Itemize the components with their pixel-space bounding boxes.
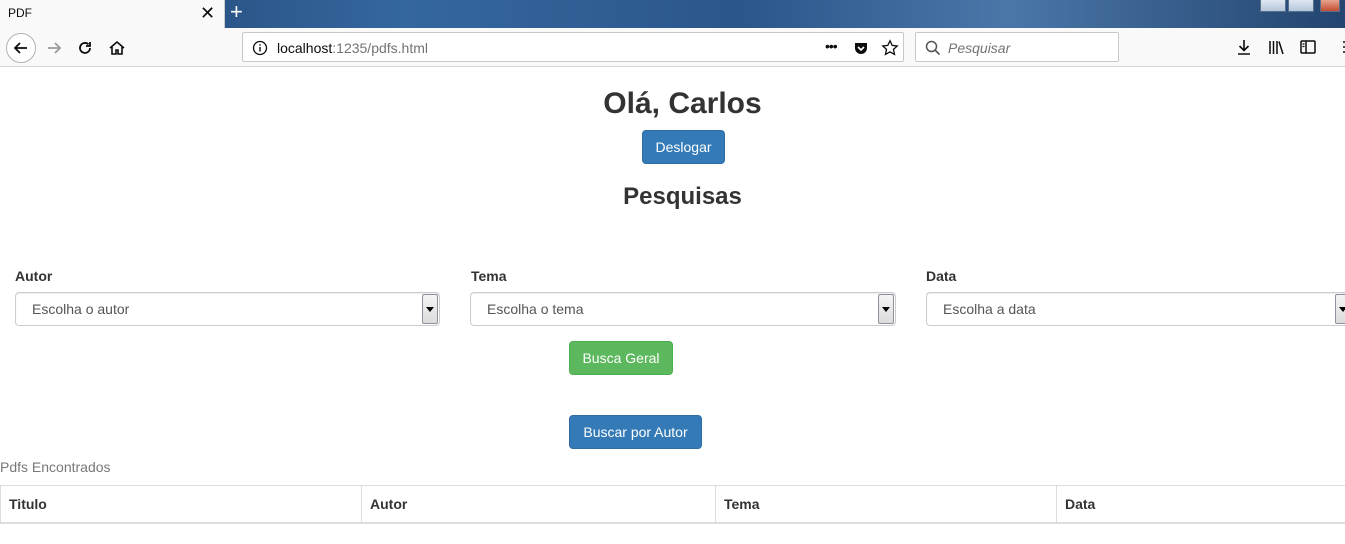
navigation-bar: localhost:1235/pdfs.html ••• Pesquisar bbox=[0, 28, 1345, 67]
info-icon[interactable] bbox=[252, 40, 268, 56]
theme-label: Tema bbox=[471, 268, 507, 284]
forward-button[interactable] bbox=[39, 33, 69, 63]
home-icon bbox=[109, 40, 125, 55]
tab-close-icon[interactable]: ✕ bbox=[200, 3, 215, 23]
search-by-author-button[interactable]: Buscar por Autor bbox=[569, 415, 702, 449]
minimize-icon[interactable] bbox=[1260, 0, 1286, 12]
back-button[interactable] bbox=[6, 33, 36, 63]
forward-arrow-icon bbox=[48, 42, 62, 54]
address-bar[interactable]: localhost:1235/pdfs.html ••• bbox=[242, 32, 904, 62]
date-select-value: Escolha a data bbox=[943, 301, 1036, 317]
search-bar[interactable]: Pesquisar bbox=[915, 32, 1119, 62]
url-host: localhost bbox=[277, 40, 333, 56]
column-header-theme: Tema bbox=[715, 486, 1056, 523]
greeting-heading: Olá, Carlos bbox=[603, 87, 762, 120]
home-button[interactable] bbox=[102, 33, 132, 63]
menu-icon[interactable] bbox=[1332, 37, 1345, 57]
theme-select[interactable]: Escolha o tema bbox=[470, 292, 896, 326]
chevron-down-icon bbox=[878, 294, 894, 324]
chevron-down-icon bbox=[422, 294, 438, 324]
page-actions-icon[interactable]: ••• bbox=[825, 38, 838, 54]
chevron-down-icon bbox=[1335, 294, 1345, 324]
results-table: Titulo Autor Tema Data bbox=[0, 485, 1345, 524]
section-title: Pesquisas bbox=[623, 183, 742, 210]
sidebar-icon[interactable] bbox=[1298, 37, 1318, 57]
new-tab-icon[interactable]: + bbox=[230, 0, 243, 24]
pocket-icon[interactable] bbox=[853, 40, 869, 56]
author-select[interactable]: Escolha o autor bbox=[15, 292, 440, 326]
tab-bar: PDF ✕ + bbox=[0, 0, 1345, 28]
downloads-icon[interactable] bbox=[1234, 37, 1254, 57]
column-header-title: Titulo bbox=[0, 486, 361, 523]
url-path: :1235/pdfs.html bbox=[332, 40, 428, 56]
author-label: Autor bbox=[15, 268, 53, 284]
tab-pdf[interactable]: PDF ✕ bbox=[0, 0, 225, 28]
search-placeholder: Pesquisar bbox=[948, 40, 1011, 56]
tab-title: PDF bbox=[8, 6, 32, 20]
library-icon[interactable] bbox=[1266, 37, 1286, 57]
url-text[interactable]: localhost:1235/pdfs.html bbox=[277, 40, 428, 56]
reload-button[interactable] bbox=[70, 33, 100, 63]
date-label: Data bbox=[926, 268, 957, 284]
author-select-value: Escolha o autor bbox=[32, 301, 130, 317]
logout-button[interactable]: Deslogar bbox=[642, 130, 725, 164]
column-header-author: Autor bbox=[361, 486, 715, 523]
bookmark-star-icon[interactable] bbox=[881, 39, 899, 57]
back-arrow-icon bbox=[13, 42, 27, 54]
maximize-icon[interactable] bbox=[1288, 0, 1314, 12]
theme-select-value: Escolha o tema bbox=[487, 301, 584, 317]
page-content: Olá, Carlos Deslogar Pesquisas Autor Esc… bbox=[0, 67, 1345, 544]
date-select[interactable]: Escolha a data bbox=[926, 292, 1345, 326]
column-header-date: Data bbox=[1056, 486, 1345, 523]
reload-icon bbox=[79, 42, 91, 54]
search-icon bbox=[925, 40, 941, 56]
general-search-button[interactable]: Busca Geral bbox=[569, 341, 673, 375]
window-close-icon[interactable] bbox=[1320, 0, 1340, 12]
table-caption: Pdfs Encontrados bbox=[0, 459, 111, 475]
